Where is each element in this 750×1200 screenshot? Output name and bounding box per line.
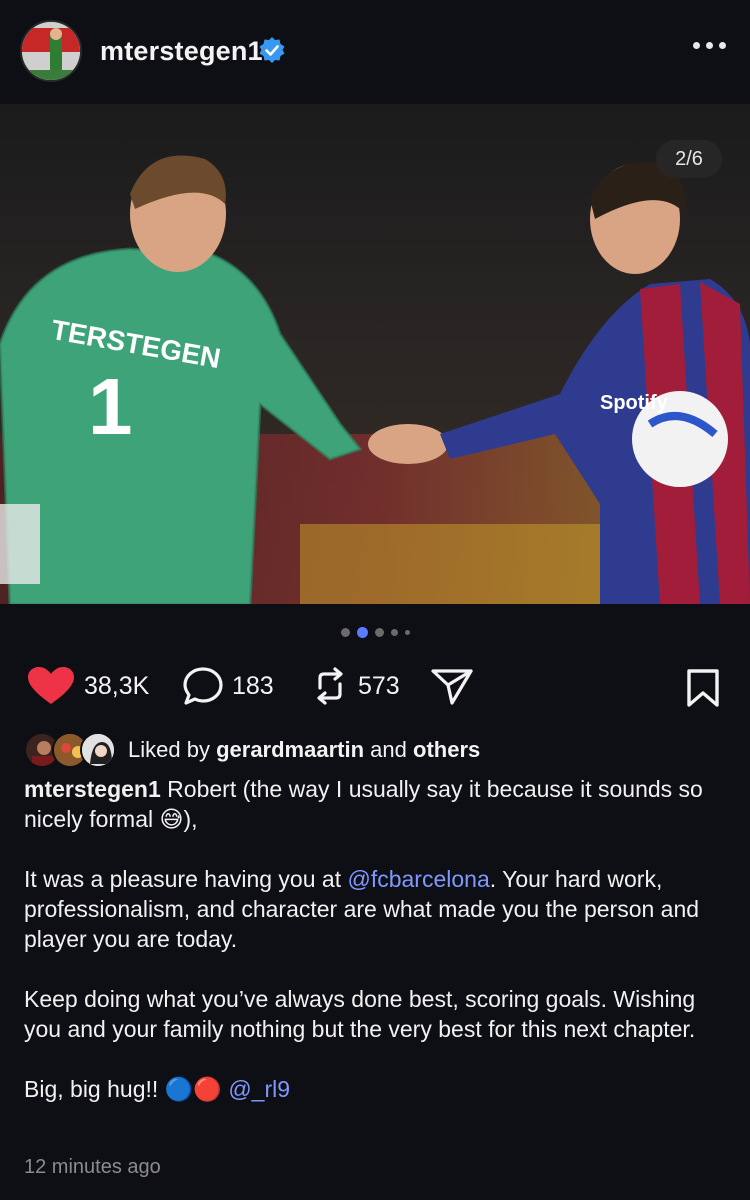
caption-text: ), [183, 806, 198, 832]
comment-icon [183, 667, 223, 705]
caption-paragraph: Keep doing what you’ve always done best,… [24, 986, 696, 1042]
post-header: mterstegen1 [0, 0, 750, 104]
liker-avatar [80, 732, 116, 768]
repost-count: 573 [358, 671, 400, 700]
bookmark-icon [687, 669, 719, 707]
carousel-indicator [0, 622, 750, 642]
liked-by-user[interactable]: gerardmaartin [216, 737, 364, 762]
caption-author[interactable]: mterstegen1 [24, 776, 161, 802]
svg-text:Spotify: Spotify [600, 392, 669, 414]
carousel-dot [404, 629, 410, 635]
liked-by-joiner: and [370, 737, 407, 762]
liked-by-row[interactable]: Liked by gerardmaartin and others [24, 730, 480, 770]
liked-by-prefix: Liked by [128, 737, 210, 762]
repost-button[interactable]: 573 [310, 666, 400, 706]
profile-avatar[interactable] [20, 20, 82, 82]
liked-by-avatars [24, 732, 120, 768]
post-username[interactable]: mterstegen1 [100, 36, 263, 67]
post-image[interactable]: TERSTEGEN 1 Spotify [0, 104, 750, 604]
more-options-icon[interactable] [693, 42, 726, 49]
like-count: 38,3K [84, 671, 150, 700]
mention-link[interactable]: @_rl9 [228, 1076, 290, 1102]
circle-emojis: 🔵🔴 [164, 1076, 222, 1102]
carousel-dot [340, 627, 350, 637]
like-button[interactable]: 38,3K [26, 666, 149, 706]
send-icon [431, 669, 473, 705]
heart-icon [28, 667, 74, 704]
liked-by-text: Liked by gerardmaartin and others [128, 737, 480, 763]
comment-count: 183 [232, 671, 274, 700]
caption-text: It was a pleasure having you at [24, 866, 348, 892]
carousel-dot [374, 627, 384, 637]
repost-icon [317, 667, 343, 705]
mention-link[interactable]: @fcbarcelona [347, 866, 489, 892]
caption-paragraph: Big, big hug!! 🔵🔴 @_rl9 [24, 1074, 714, 1104]
save-button[interactable] [686, 668, 720, 713]
post-timestamp: 12 minutes ago [24, 1156, 161, 1178]
caption-paragraph: mterstegen1 Robert (the way I usually sa… [24, 774, 714, 834]
svg-text:1: 1 [88, 362, 133, 451]
image-counter: 2/6 [656, 140, 722, 178]
verified-badge-icon [259, 37, 285, 63]
carousel-dot-active [356, 626, 368, 638]
post-caption: mterstegen1 Robert (the way I usually sa… [24, 774, 714, 1104]
sweat-smile-emoji: 😅 [159, 806, 184, 832]
caption-paragraph: It was a pleasure having you at @fcbarce… [24, 864, 714, 954]
comment-button[interactable]: 183 [182, 666, 274, 706]
carousel-dot [390, 628, 398, 636]
liked-by-others[interactable]: others [413, 737, 480, 762]
caption-text: Big, big hug!! [24, 1076, 165, 1102]
action-bar: 38,3K 183 573 [0, 660, 750, 710]
share-button[interactable] [430, 666, 474, 706]
